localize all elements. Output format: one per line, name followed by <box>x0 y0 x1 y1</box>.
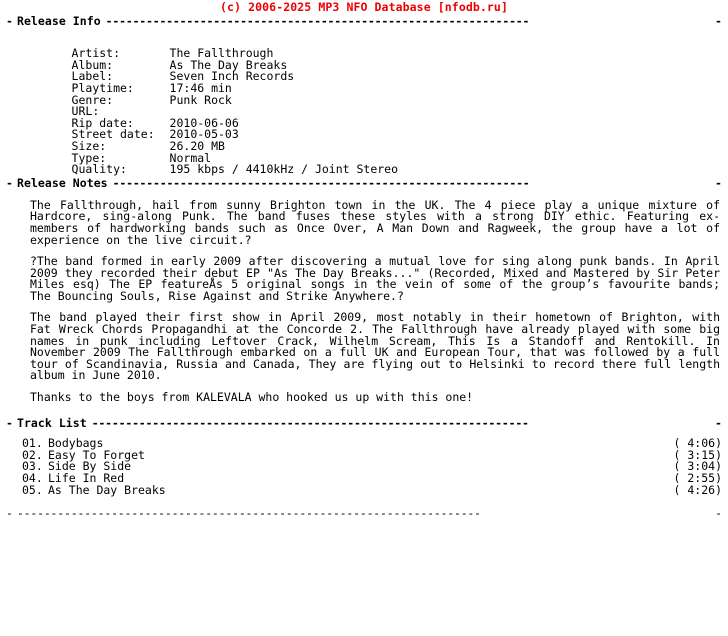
footer-rule-line: ----------------------------------------… <box>16 508 481 520</box>
section-dash-right: - <box>715 176 722 191</box>
section-rule: ----------------------------------------… <box>105 16 530 28</box>
section-dash-left: - <box>6 176 13 191</box>
footer-divider: - --------------------------------------… <box>0 508 728 520</box>
track-row: 03. Side By Side ( 3:04) <box>22 461 722 473</box>
section-dash-right: - <box>715 14 722 28</box>
section-dash-left: - <box>6 415 13 430</box>
track-number: 05. <box>22 482 43 497</box>
footer-dash-left: - <box>6 506 13 521</box>
section-dash-left: - <box>6 14 13 28</box>
notes-thanks-line: Thanks to the boys from KALEVALA who hoo… <box>30 390 474 405</box>
track-row: 05. As The Day Breaks ( 4:26) <box>22 482 722 497</box>
track-title: As The Day Breaks <box>48 482 166 497</box>
track-title: Easy To Forget <box>48 447 145 462</box>
section-title-track-list: Track List <box>16 415 87 430</box>
section-dash-right: - <box>715 415 722 430</box>
info-value: Punk Rock <box>169 92 232 107</box>
info-value: 195 kbps / 4410kHz / Joint Stereo <box>169 162 399 177</box>
site-credit-banner: (c) 2006-2025 MP3 NFO Database [nfodb.ru… <box>220 0 508 14</box>
notes-paragraph: ?The band formed in early 2009 after dis… <box>30 254 727 303</box>
section-header-release-info: - Release Info -------------------------… <box>0 14 728 28</box>
nfo-document: (c) 2006-2025 MP3 NFO Database [nfodb.ru… <box>0 0 728 520</box>
info-row: Artist: The Fallthrough <box>30 37 728 59</box>
track-duration: ( 4:26) <box>673 482 722 497</box>
notes-paragraph: The Fallthrough, hail from sunny Brighto… <box>30 197 727 247</box>
section-rule: ----------------------------------------… <box>91 417 529 430</box>
release-info-table: Artist: The Fallthrough Album: As The Day … <box>0 28 728 175</box>
section-title-release-notes: Release Notes <box>16 176 108 191</box>
section-header-release-notes: - Release Notes ------------------------… <box>0 178 728 190</box>
section-title-release-info: Release Info <box>16 14 101 28</box>
info-label: Quality: <box>71 162 127 177</box>
section-rule: ----------------------------------------… <box>112 178 530 190</box>
track-title: Side By Side <box>48 459 132 474</box>
footer-dash-right: - <box>715 506 722 521</box>
release-notes-body: The Fallthrough, hail from sunny Brighto… <box>0 190 728 404</box>
notes-paragraph: The band played their first show in Apri… <box>30 310 727 383</box>
track-list: 01. Bodybags ( 4:06) 02. Easy To Forget … <box>0 429 728 496</box>
section-header-track-list: - Track List ---------------------------… <box>0 415 728 430</box>
